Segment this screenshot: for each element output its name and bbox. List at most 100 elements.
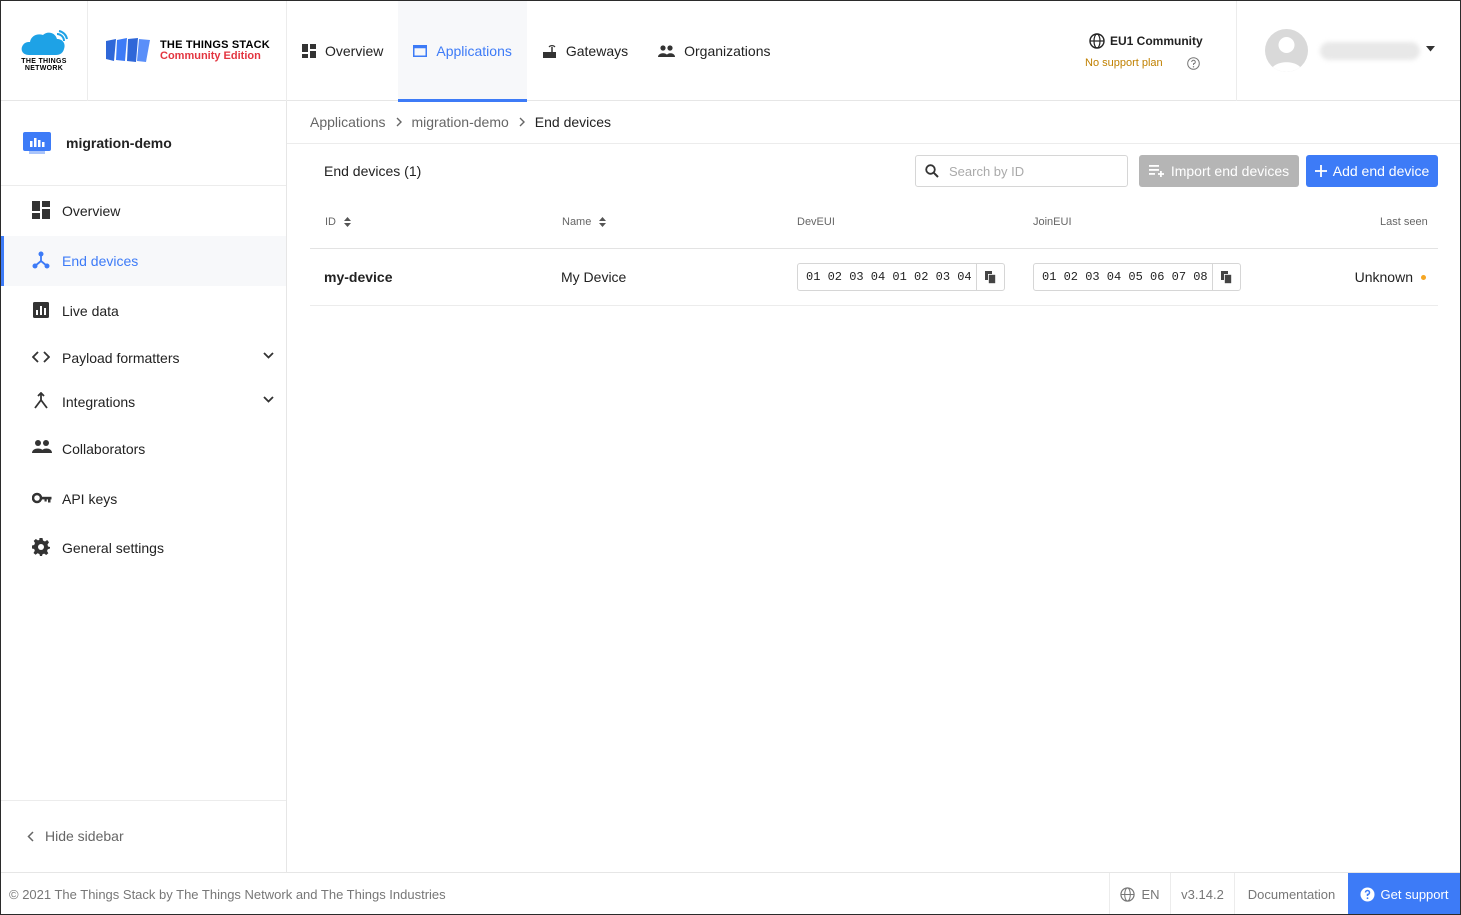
cluster-name: EU1 Community [1089, 33, 1203, 49]
column-header-label: JoinEUI [1033, 216, 1072, 228]
header: THE THINGS NETWORK THE THINGS STACK Comm… [1, 1, 1460, 102]
chevron-left-icon [27, 831, 34, 842]
copy-join-eui-button[interactable] [1213, 264, 1240, 290]
app-window: THE THINGS NETWORK THE THINGS STACK Comm… [0, 0, 1461, 915]
last-seen: Unknown [1355, 269, 1426, 285]
status-dot-icon [1421, 274, 1426, 280]
sidebar: migration-demo Overview End devices Live… [1, 101, 287, 872]
last-seen-value: Unknown [1354, 269, 1413, 285]
get-support-button[interactable]: Get support [1348, 873, 1460, 914]
ttn-logo-text: THE THINGS NETWORK [21, 58, 67, 72]
code-icon [32, 348, 50, 366]
sidebar-item-overview[interactable]: Overview [1, 186, 286, 236]
topnav-organizations-label: Organizations [684, 43, 771, 59]
application-header: migration-demo [1, 101, 286, 186]
chevron-down-icon[interactable] [263, 396, 274, 403]
key-icon [32, 489, 52, 507]
sidebar-item-label: Collaborators [62, 441, 146, 457]
documentation-link[interactable]: Documentation [1234, 873, 1348, 914]
hide-sidebar-button[interactable]: Hide sidebar [1, 800, 286, 872]
sort-icon[interactable] [599, 217, 607, 227]
people-icon [32, 439, 52, 455]
column-header-id[interactable]: ID [325, 216, 351, 228]
column-header-last-seen: Last seen [1380, 216, 1428, 228]
avatar[interactable] [1265, 29, 1308, 72]
page-title: End devices (1) [324, 163, 422, 179]
get-support-label: Get support [1380, 886, 1449, 902]
dashboard-icon [32, 201, 50, 219]
breadcrumb-applications[interactable]: Applications [310, 114, 386, 130]
column-header-joineui: JoinEUI [1033, 216, 1072, 228]
language-selector[interactable]: EN [1109, 873, 1170, 914]
add-end-device-button[interactable]: Add end device [1306, 155, 1438, 187]
topnav-gateways-label: Gateways [565, 43, 629, 59]
sidebar-item-label: Payload formatters [62, 350, 180, 366]
sidebar-item-label: API keys [62, 491, 118, 507]
integration-icon [32, 392, 50, 410]
breadcrumb: Applications migration-demo End devices [287, 101, 1460, 144]
sidebar-item-end-devices[interactable]: End devices [1, 236, 286, 286]
sidebar-item-live-data[interactable]: Live data [1, 286, 286, 336]
user-name[interactable]: user-name [1320, 42, 1420, 60]
gear-icon [32, 538, 50, 556]
globe-icon [1120, 886, 1136, 902]
language-label: EN [1141, 886, 1160, 902]
user-menu[interactable]: user-name [1236, 1, 1460, 101]
version-label: v3.14.2 [1170, 873, 1234, 914]
sidebar-item-collaborators[interactable]: Collaborators [1, 424, 286, 474]
plus-icon [1314, 165, 1327, 177]
topnav-gateways[interactable]: Gateways [527, 1, 643, 101]
search-box[interactable] [915, 155, 1128, 187]
sidebar-item-api-keys[interactable]: API keys [1, 474, 286, 524]
column-header-label: DevEUI [797, 216, 835, 228]
copy-dev-eui-button[interactable] [977, 264, 1004, 290]
device-id: my-device [324, 269, 393, 285]
cluster-info[interactable]: EU1 Community No support plan [1076, 31, 1211, 76]
breadcrumb-application[interactable]: migration-demo [412, 114, 509, 130]
globe-icon [1089, 33, 1105, 49]
column-header-label: Last seen [1380, 216, 1428, 228]
import-end-devices-button[interactable]: Import end devices [1139, 155, 1299, 187]
caret-down-icon[interactable] [1426, 46, 1435, 52]
ttn-logo[interactable]: THE THINGS NETWORK [1, 1, 88, 101]
support-icon [1360, 887, 1375, 902]
application-name: migration-demo [66, 135, 172, 151]
chevron-right-icon [396, 117, 402, 127]
sidebar-item-label: General settings [62, 540, 164, 556]
gateway-icon [542, 44, 557, 58]
column-header-label: Name [562, 216, 592, 228]
cluster-name-label: EU1 Community [1110, 34, 1203, 48]
chevron-right-icon [519, 117, 525, 127]
topnav-organizations[interactable]: Organizations [643, 1, 785, 101]
dashboard-icon [302, 44, 316, 58]
column-header-name[interactable]: Name [562, 216, 607, 228]
join-eui-field: 01 02 03 04 05 06 07 08 [1033, 263, 1241, 291]
search-icon [925, 164, 939, 178]
table-row[interactable]: my-device My Device 01 02 03 04 01 02 03… [310, 249, 1438, 306]
devices-icon [32, 251, 50, 269]
topnav-applications-label: Applications [436, 43, 512, 59]
chart-icon [32, 301, 50, 319]
sidebar-item-label: Live data [62, 303, 119, 319]
copy-icon [1221, 270, 1232, 284]
help-icon[interactable] [1187, 57, 1200, 70]
chevron-down-icon[interactable] [263, 352, 274, 359]
hide-sidebar-label: Hide sidebar [45, 828, 124, 844]
topnav-overview-label: Overview [325, 43, 384, 59]
things-stack-logo[interactable]: THE THINGS STACK Community Edition [88, 1, 287, 101]
column-header-label: ID [325, 216, 336, 228]
sidebar-item-label: Integrations [62, 394, 136, 410]
dev-eui-field: 01 02 03 04 01 02 03 04 [797, 263, 1005, 291]
sidebar-item-integrations[interactable]: Integrations [1, 377, 286, 427]
stack-edition: Community Edition [160, 50, 261, 62]
sidebar-item-general-settings[interactable]: General settings [1, 523, 286, 573]
search-input[interactable] [949, 162, 1119, 180]
sidebar-item-label: Overview [62, 203, 121, 219]
device-name: My Device [561, 269, 627, 285]
sort-icon[interactable] [344, 217, 351, 227]
sidebar-item-payload-formatters[interactable]: Payload formatters [1, 333, 286, 383]
support-plan: No support plan [1085, 57, 1163, 69]
topnav-overview[interactable]: Overview [287, 1, 398, 101]
cloud-icon [21, 30, 68, 55]
topnav-applications[interactable]: Applications [398, 1, 527, 102]
